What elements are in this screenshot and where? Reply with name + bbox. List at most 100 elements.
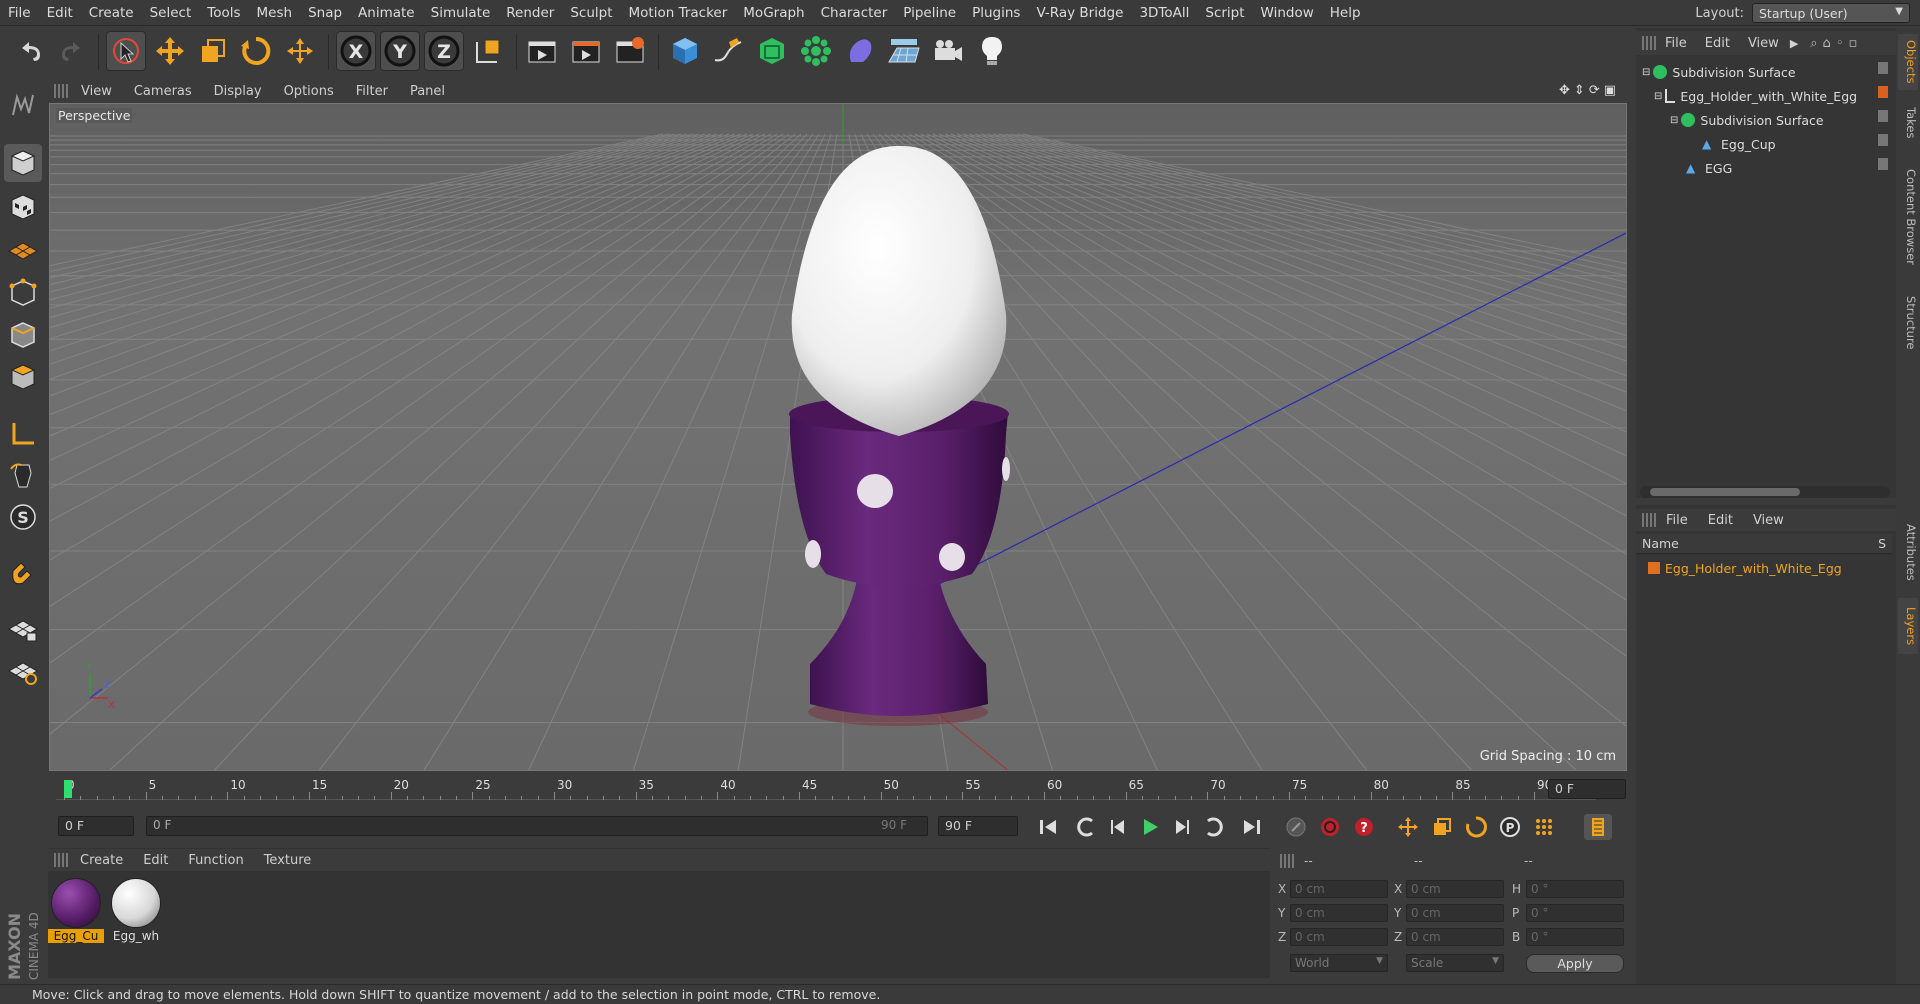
object-menu-view[interactable]: View (1739, 36, 1788, 51)
viewport-menu-options[interactable]: Options (273, 84, 345, 99)
polygons-mode-icon[interactable] (4, 358, 42, 396)
drag-handle-icon[interactable] (54, 84, 70, 98)
rotate-icon[interactable] (236, 31, 276, 71)
play-icon[interactable] (1136, 814, 1164, 840)
menu-animate[interactable]: Animate (350, 5, 423, 21)
object-row[interactable]: ⊟ Subdivision Surface (1636, 60, 1880, 84)
next-key-icon[interactable] (1200, 814, 1228, 840)
timeline-window-icon[interactable] (1584, 814, 1612, 840)
menu-sculpt[interactable]: Sculpt (562, 5, 620, 21)
key-scale-icon[interactable] (1428, 814, 1456, 840)
menu-edit[interactable]: Edit (39, 5, 81, 21)
planar-workplane-icon[interactable] (4, 652, 42, 690)
menu-vray-bridge[interactable]: V-Ray Bridge (1028, 5, 1131, 21)
menu-window[interactable]: Window (1253, 5, 1322, 21)
material-menu-create[interactable]: Create (70, 853, 133, 868)
edit-render-settings-icon[interactable] (610, 31, 650, 71)
viewport-menu-panel[interactable]: Panel (399, 84, 456, 99)
material-menu-function[interactable]: Function (178, 853, 253, 868)
pen-spline-icon[interactable] (708, 31, 748, 71)
menu-pipeline[interactable]: Pipeline (895, 5, 964, 21)
viewport-nav-icons[interactable]: ✥⇕⟳▣ (1559, 83, 1620, 98)
object-menu-edit[interactable]: Edit (1696, 36, 1739, 51)
start-frame-field[interactable]: 0 F (58, 816, 134, 836)
menu-script[interactable]: Script (1197, 5, 1252, 21)
object-row[interactable]: ▲ EGG (1636, 156, 1880, 180)
menu-tools[interactable]: Tools (199, 5, 248, 21)
timeline-ruler[interactable]: 051015202530354045505560657075808590 0 F (48, 774, 1628, 802)
menu-create[interactable]: Create (81, 5, 142, 21)
record-off-icon[interactable] (1282, 814, 1310, 840)
drag-handle-icon[interactable] (1642, 513, 1656, 527)
model-mode-icon[interactable] (4, 144, 42, 182)
record-active-icon[interactable] (1316, 814, 1344, 840)
menu-motion-tracker[interactable]: Motion Tracker (621, 5, 736, 21)
layout-dropdown[interactable]: Startup (User) ▼ (1752, 3, 1910, 23)
z-axis-lock-icon[interactable]: Z (424, 31, 464, 71)
drag-handle-icon[interactable] (1642, 36, 1656, 50)
timeline-track[interactable]: 051015202530354045505560657075808590 (56, 778, 1596, 800)
cube-primitive-icon[interactable] (665, 31, 705, 71)
size-z-field[interactable]: 0 cm (1406, 928, 1504, 946)
layer-menu-edit[interactable]: Edit (1698, 513, 1743, 528)
solo-mode-icon[interactable]: S (4, 498, 42, 536)
material-egg-cup[interactable]: Egg_Cu (48, 878, 104, 943)
object-manager-tools-icon[interactable]: ⌕⌂◦▫ (1810, 36, 1862, 51)
rotation-h-field[interactable]: 0 ° (1526, 880, 1624, 898)
size-mode-dropdown[interactable]: Scale ▼ (1406, 954, 1504, 972)
next-frame-icon[interactable] (1168, 814, 1196, 840)
menu-simulate[interactable]: Simulate (423, 5, 499, 21)
position-x-field[interactable]: 0 cm (1290, 880, 1388, 898)
object-row[interactable]: ▲ Egg_Cup (1636, 132, 1880, 156)
material-menu-edit[interactable]: Edit (133, 853, 178, 868)
light-icon[interactable] (972, 31, 1012, 71)
chevron-right-icon[interactable]: ▶ (1790, 37, 1798, 50)
previous-key-icon[interactable] (1072, 814, 1100, 840)
render-view-icon[interactable] (522, 31, 562, 71)
tab-structure[interactable]: Structure (1898, 288, 1918, 358)
menu-plugins[interactable]: Plugins (964, 5, 1028, 21)
coordinate-system-icon[interactable] (468, 31, 508, 71)
position-y-field[interactable]: 0 cm (1290, 904, 1388, 922)
layer-menu-view[interactable]: View (1743, 513, 1794, 528)
menu-mograph[interactable]: MoGraph (735, 5, 812, 21)
drag-handle-icon[interactable] (54, 853, 70, 867)
layer-menu-file[interactable]: File (1656, 513, 1698, 528)
autokey-icon[interactable]: ? (1350, 814, 1378, 840)
previous-frame-icon[interactable] (1104, 814, 1132, 840)
menu-help[interactable]: Help (1322, 5, 1369, 21)
menu-mesh[interactable]: Mesh (249, 5, 301, 21)
object-visibility-column[interactable] (1878, 62, 1890, 172)
floor-environment-icon[interactable] (884, 31, 924, 71)
end-frame-field[interactable]: 90 F (938, 816, 1018, 836)
object-menu-file[interactable]: File (1656, 36, 1696, 51)
tab-attributes[interactable]: Attributes (1898, 512, 1918, 592)
workplane-icon[interactable] (4, 230, 42, 268)
tab-objects[interactable]: Objects (1898, 34, 1918, 90)
object-row[interactable]: ⊟ Subdivision Surface (1636, 108, 1880, 132)
object-row[interactable]: ⊟ Egg_Holder_with_White_Egg (1636, 84, 1880, 108)
size-x-field[interactable]: 0 cm (1406, 880, 1504, 898)
menu-select[interactable]: Select (142, 5, 200, 21)
3d-viewport[interactable]: Y X Z Perspective Grid Spacing : 10 cm (49, 103, 1627, 771)
go-to-end-icon[interactable] (1238, 814, 1266, 840)
subdivision-surface-icon[interactable] (752, 31, 792, 71)
scale-icon[interactable] (193, 31, 233, 71)
menu-snap[interactable]: Snap (300, 5, 350, 21)
playhead[interactable] (64, 780, 72, 798)
render-picture-viewer-icon[interactable] (566, 31, 606, 71)
viewport-menu-display[interactable]: Display (203, 84, 273, 99)
array-cloner-icon[interactable] (796, 31, 836, 71)
camera-icon[interactable] (928, 31, 968, 71)
viewport-menu-view[interactable]: View (70, 84, 123, 99)
key-parameter-icon[interactable]: P (1496, 814, 1524, 840)
points-mode-icon[interactable] (4, 274, 42, 312)
redo-icon[interactable] (52, 31, 92, 71)
deformer-icon[interactable] (840, 31, 880, 71)
current-frame-field[interactable]: 0 F (1548, 779, 1626, 799)
live-select-icon[interactable] (106, 31, 146, 71)
snap-icon[interactable] (4, 554, 42, 592)
material-egg-white[interactable]: Egg_wh (108, 878, 164, 943)
move-icon[interactable] (150, 31, 190, 71)
tweak-mode-icon[interactable] (4, 456, 42, 494)
